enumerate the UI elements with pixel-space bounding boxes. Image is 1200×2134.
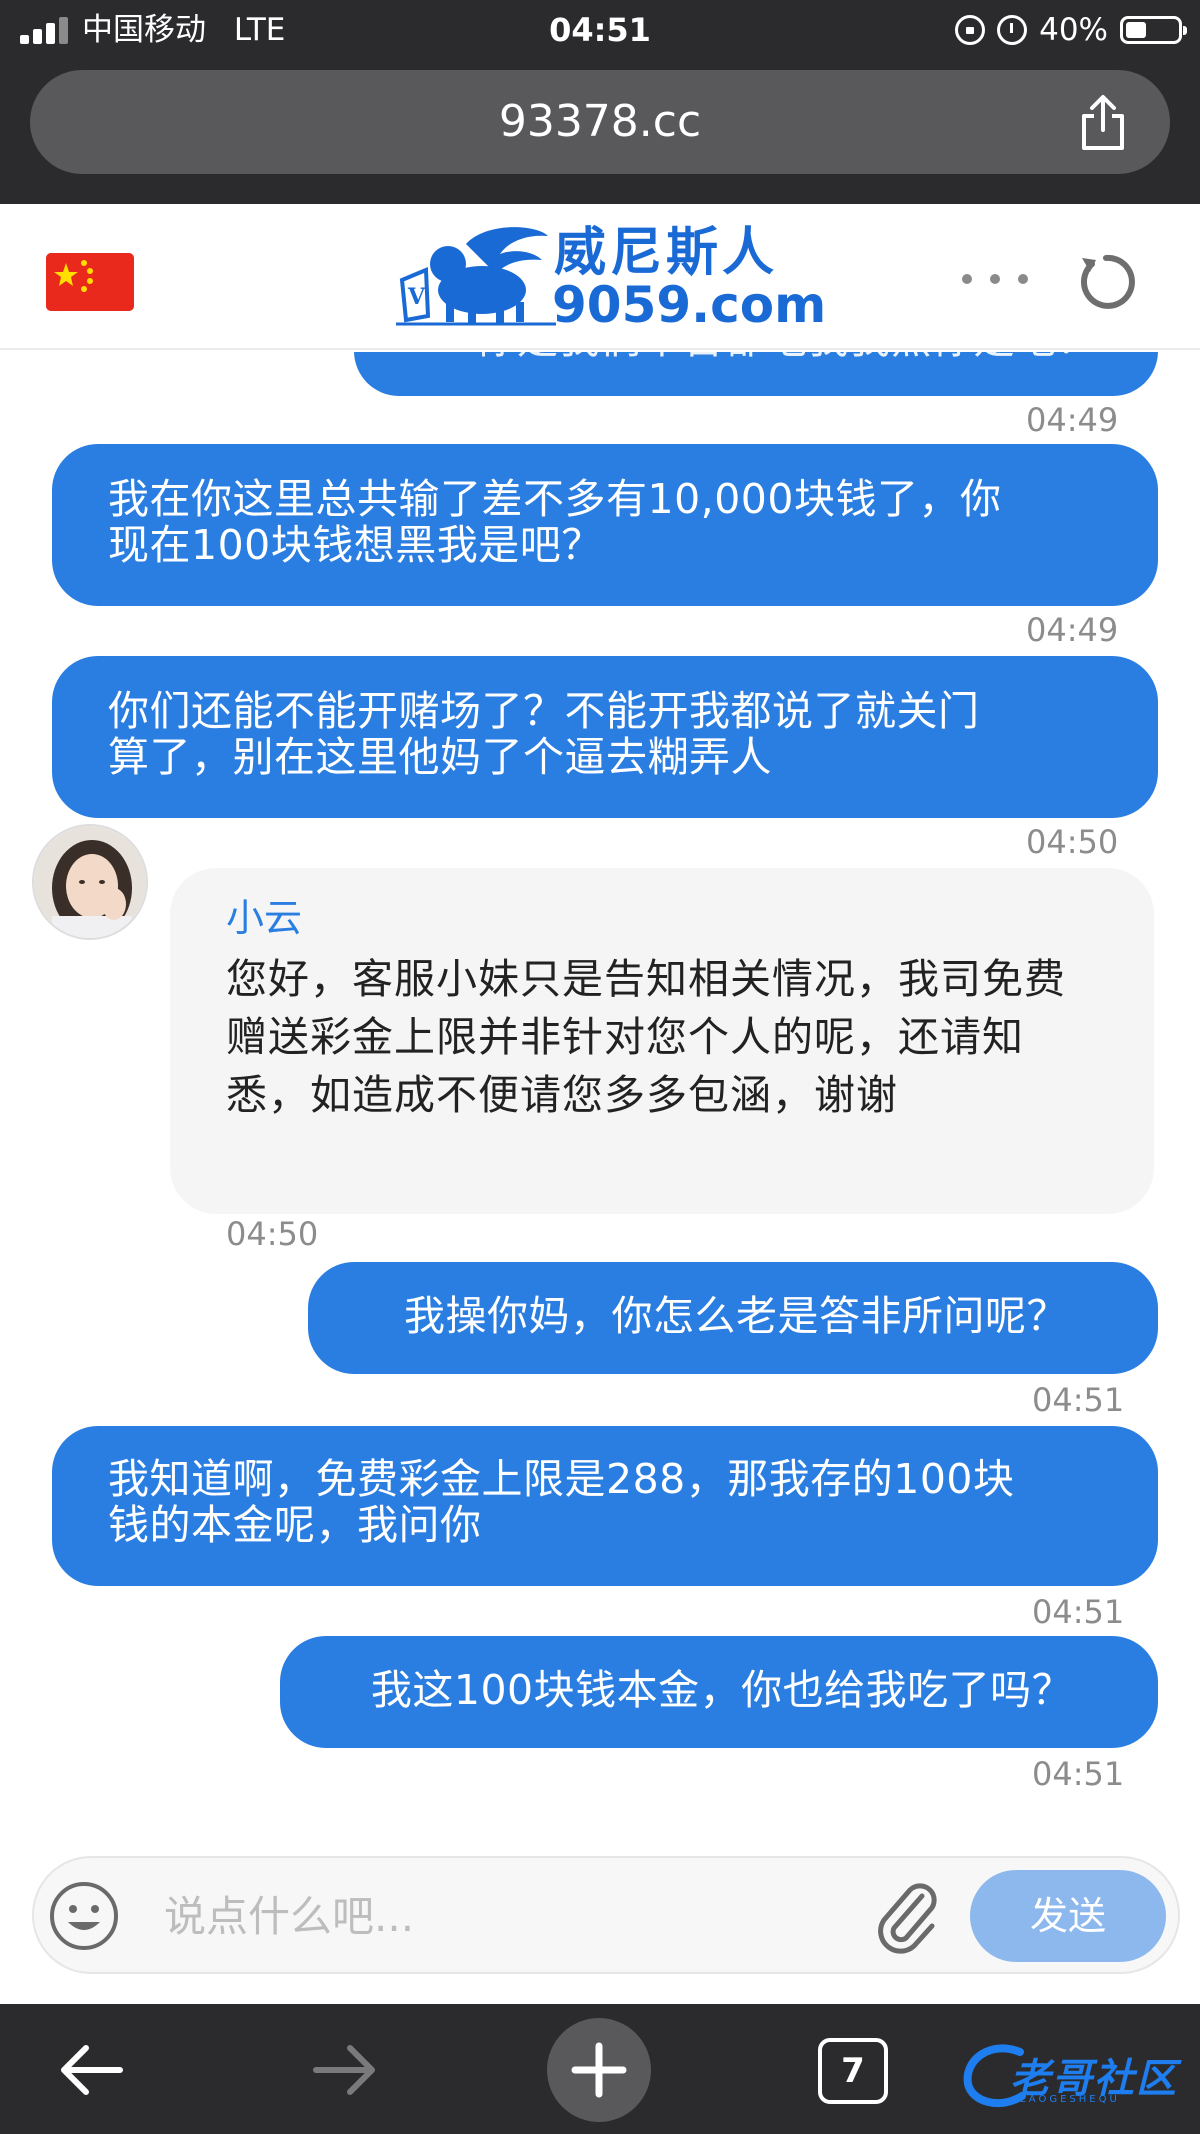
logo-domain: 9059.com <box>552 276 827 334</box>
attachment-icon[interactable] <box>872 1880 942 1956</box>
browser-toolbar: 7 老哥社区 LAOGESHEQU <box>0 2004 1200 2134</box>
message-bubble-user: 你们还能不能开赌场了？不能开我都说了就关门 算了，别在这里他妈了个逼去糊弄人 <box>52 656 1158 818</box>
agent-message-text: 您好，客服小妹只是告知相关情况，我司免费赠送彩金上限并非针对您个人的呢，还请知悉… <box>226 955 1066 1119</box>
address-bar[interactable]: 93378.cc <box>30 70 1170 174</box>
watermark-subtext: LAOGESHEQU <box>1020 2094 1120 2105</box>
forward-arrow-icon[interactable] <box>310 2040 380 2100</box>
plus-icon <box>571 2042 627 2098</box>
message-bubble-user: 我在你这里总共输了差不多有10,000块钱了，你 现在100块钱想黑我是吧？ <box>52 444 1158 606</box>
message-time: 04:50 <box>1026 823 1119 861</box>
message-time: 04:51 <box>1032 1381 1125 1419</box>
more-options-icon[interactable] <box>960 260 1032 296</box>
message-time: 04:50 <box>226 1215 319 1253</box>
send-button[interactable]: 发送 <box>970 1870 1166 1962</box>
share-icon[interactable] <box>1078 94 1128 152</box>
message-time: 04:49 <box>1026 611 1119 649</box>
status-bar: 中国移动 LTE 04:51 40% <box>0 0 1200 58</box>
message-time: 04:51 <box>1032 1755 1125 1793</box>
message-bubble-user: 我这100块钱本金，你也给我吃了吗？ <box>280 1636 1158 1748</box>
message-time: 04:51 <box>1032 1593 1125 1631</box>
back-arrow-icon[interactable] <box>56 2040 126 2100</box>
battery-icon <box>1120 16 1187 44</box>
message-input[interactable] <box>164 1880 864 1952</box>
message-bubble-user: 我知道啊，免费彩金上限是288，那我存的100块 钱的本金呢，我问你 <box>52 1426 1158 1586</box>
browser-chrome: 93378.cc <box>0 58 1200 204</box>
emoji-icon[interactable] <box>48 1880 120 1952</box>
message-time: 04:49 <box>1026 401 1119 439</box>
message-bubble-user: 我操你妈，你怎么老是答非所问呢？ <box>308 1262 1158 1374</box>
agent-avatar-image <box>34 826 146 938</box>
orientation-lock-icon <box>955 15 986 45</box>
message-bubble-partial: 你是我们平台都吃我我黑你是吧？ <box>354 352 1158 396</box>
url-text[interactable]: 93378.cc <box>30 70 1170 174</box>
tabs-count-button[interactable]: 7 <box>818 2038 888 2104</box>
message-composer: 发送 <box>32 1856 1180 1974</box>
refresh-icon[interactable] <box>1076 252 1136 312</box>
agent-avatar[interactable] <box>32 824 148 940</box>
alarm-icon <box>997 15 1028 45</box>
battery-percent: 40% <box>1039 12 1108 48</box>
site-watermark: 老哥社区 LAOGESHEQU <box>960 2034 1190 2114</box>
chat-area[interactable]: 你是我们平台都吃我我黑你是吧？ 04:49 我在你这里总共输了差不多有10,00… <box>0 352 1200 1850</box>
winged-lion-logo-icon: V <box>396 227 556 326</box>
new-tab-button[interactable] <box>547 2018 651 2122</box>
logo-title: 威尼斯人 <box>554 223 779 283</box>
agent-name: 小云 <box>226 896 303 940</box>
message-bubble-agent: 小云 您好，客服小妹只是告知相关情况，我司免费赠送彩金上限并非针对您个人的呢，还… <box>170 868 1154 1214</box>
site-header: V 威尼斯人 9059.com <box>0 204 1200 350</box>
language-flag-icon[interactable] <box>46 253 134 311</box>
svg-text:V: V <box>407 284 426 310</box>
